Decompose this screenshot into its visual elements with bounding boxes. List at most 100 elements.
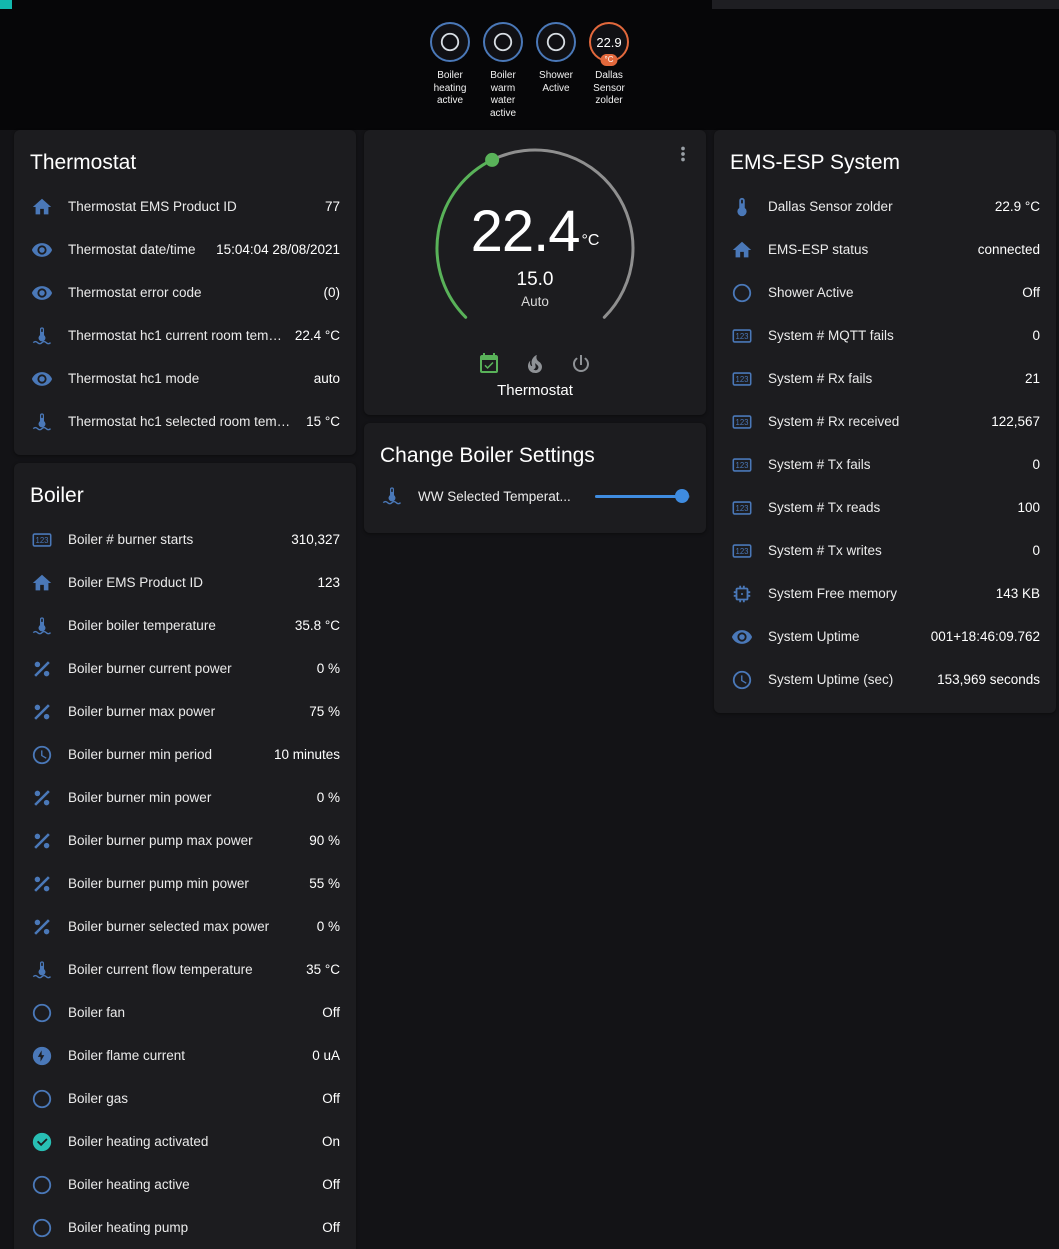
coolant-thermometer-icon [30, 410, 54, 434]
ems-esp-system-card: EMS-ESP System Dallas Sensor zolder22.9 … [714, 130, 1056, 713]
entity-row[interactable]: Thermostat hc1 modeauto [14, 357, 356, 400]
entity-value: 10 minutes [274, 747, 340, 762]
entity-label: Boiler burner pump min power [68, 876, 309, 891]
entity-value: 0 [1032, 328, 1040, 343]
entity-value: 122,567 [991, 414, 1040, 429]
entity-row[interactable]: Thermostat date/time15:04:04 28/08/2021 [14, 228, 356, 271]
entity-value: 001+18:46:09.762 [931, 629, 1040, 644]
badge-circle[interactable] [430, 22, 470, 62]
entity-row[interactable]: System Uptime001+18:46:09.762 [714, 615, 1056, 658]
entity-row[interactable]: EMS-ESP statusconnected [714, 228, 1056, 271]
fire-icon[interactable] [523, 352, 547, 376]
entity-row[interactable]: Boiler burner selected max power0 % [14, 905, 356, 948]
home-icon [730, 238, 754, 262]
corner-accent [0, 0, 12, 9]
power-icon[interactable] [569, 352, 593, 376]
entity-value: On [322, 1134, 340, 1149]
entity-value: 100 [1017, 500, 1040, 515]
svg-text:123: 123 [736, 331, 749, 340]
entity-row[interactable]: Boiler boiler temperature35.8 °C [14, 604, 356, 647]
chip-icon [730, 582, 754, 606]
entity-row[interactable]: Boiler flame current0 uA [14, 1034, 356, 1077]
middle-column: 22.4°C 15.0 Auto Thermostat Change Boile… [364, 130, 706, 541]
badge-boiler-warm-water-active[interactable]: Boiler warm water active [478, 22, 529, 120]
entity-label: Thermostat EMS Product ID [68, 199, 325, 214]
slider-label: WW Selected Temperat... [418, 489, 595, 504]
circle-outline-icon [30, 1001, 54, 1025]
entity-row[interactable]: 123System # Tx fails0 [714, 443, 1056, 486]
entity-value: 0 % [317, 919, 340, 934]
entity-row[interactable]: Boiler burner min power0 % [14, 776, 356, 819]
svg-text:123: 123 [736, 417, 749, 426]
entity-row[interactable]: 123Boiler # burner starts310,327 [14, 518, 356, 561]
home-icon [30, 195, 54, 219]
entity-row[interactable]: 123System # Tx writes0 [714, 529, 1056, 572]
card-title: EMS-ESP System [714, 130, 1056, 185]
svg-text:123: 123 [736, 546, 749, 555]
percent-icon [30, 915, 54, 939]
entity-value: 35.8 °C [295, 618, 340, 633]
current-temperature: 22.4°C [429, 198, 641, 265]
thermostat-dial[interactable]: 22.4°C 15.0 Auto [429, 142, 641, 338]
entity-row[interactable]: Boiler burner min period10 minutes [14, 733, 356, 776]
card-title: Thermostat [14, 130, 356, 185]
entity-row[interactable]: 123System # Rx received122,567 [714, 400, 1056, 443]
entity-row[interactable]: 123System # Rx fails21 [714, 357, 1056, 400]
entity-label: Boiler flame current [68, 1048, 312, 1063]
entity-value: Off [322, 1091, 340, 1106]
ww-temperature-slider[interactable] [595, 495, 690, 498]
entity-label: System # Tx reads [768, 500, 1017, 515]
entity-label: Dallas Sensor zolder [768, 199, 995, 214]
entity-row[interactable]: Boiler heating pumpOff [14, 1206, 356, 1249]
badge-row: Boiler heating activeBoiler warm water a… [0, 22, 1059, 120]
entity-row[interactable]: Thermostat error code(0) [14, 271, 356, 314]
badge-boiler-heating-active[interactable]: Boiler heating active [425, 22, 476, 120]
entity-row[interactable]: Boiler burner max power75 % [14, 690, 356, 733]
svg-text:123: 123 [736, 503, 749, 512]
entity-value: 22.4 °C [295, 328, 340, 343]
eye-icon [730, 625, 754, 649]
entity-label: Boiler boiler temperature [68, 618, 295, 633]
entity-row[interactable]: Boiler current flow temperature35 °C [14, 948, 356, 991]
boiler-card: Boiler 123Boiler # burner starts310,327B… [14, 463, 356, 1249]
more-options-icon[interactable] [672, 143, 694, 165]
entity-row[interactable]: 123 System # Tx reads100 [714, 486, 1056, 529]
entity-row[interactable]: Shower ActiveOff [714, 271, 1056, 314]
entity-list: Dallas Sensor zolder22.9 °CEMS-ESP statu… [714, 185, 1056, 713]
entity-row[interactable]: Boiler burner current power0 % [14, 647, 356, 690]
entity-row[interactable]: Boiler burner pump max power90 % [14, 819, 356, 862]
entity-label: System Uptime (sec) [768, 672, 937, 687]
entity-row[interactable]: Boiler EMS Product ID123 [14, 561, 356, 604]
entity-label: System Uptime [768, 629, 931, 644]
entity-row[interactable]: Dallas Sensor zolder22.9 °C [714, 185, 1056, 228]
badge-label: Dallas Sensor zolder [584, 70, 635, 108]
entity-label: System # MQTT fails [768, 328, 1032, 343]
entity-row[interactable]: Boiler heating activatedOn [14, 1120, 356, 1163]
badge-dallas-sensor-zolder[interactable]: 22.9°C Dallas Sensor zolder [584, 22, 635, 120]
mode-buttons [364, 352, 706, 376]
entity-value: 123 [317, 575, 340, 590]
clock-icon [30, 743, 54, 767]
entity-value: Off [322, 1005, 340, 1020]
entity-row[interactable]: System Uptime (sec)153,969 seconds [714, 658, 1056, 701]
entity-row[interactable]: Boiler fanOff [14, 991, 356, 1034]
entity-row[interactable]: Thermostat hc1 selected room temper...15… [14, 400, 356, 443]
badge-circle[interactable] [536, 22, 576, 62]
dial-handle [485, 153, 499, 167]
entity-row[interactable]: Boiler gasOff [14, 1077, 356, 1120]
entity-value: 0 % [317, 661, 340, 676]
calendar-check-icon[interactable] [477, 352, 501, 376]
entity-row[interactable]: 123 System # MQTT fails0 [714, 314, 1056, 357]
badge-shower-active[interactable]: Shower Active [531, 22, 582, 120]
entity-row[interactable]: Thermostat hc1 current room temper...22.… [14, 314, 356, 357]
badge-circle[interactable] [483, 22, 523, 62]
dial-readout: 22.4°C 15.0 Auto [429, 198, 641, 309]
entity-value: 0 % [317, 790, 340, 805]
badge-circle[interactable]: 22.9°C [589, 22, 629, 62]
entity-row[interactable]: Thermostat EMS Product ID77 [14, 185, 356, 228]
entity-row[interactable]: System Free memory143 KB [714, 572, 1056, 615]
slider-knob[interactable] [675, 489, 689, 503]
entity-row[interactable]: Boiler heating activeOff [14, 1163, 356, 1206]
entity-row[interactable]: Boiler burner pump min power55 % [14, 862, 356, 905]
entity-label: Thermostat hc1 selected room temper... [68, 414, 306, 429]
